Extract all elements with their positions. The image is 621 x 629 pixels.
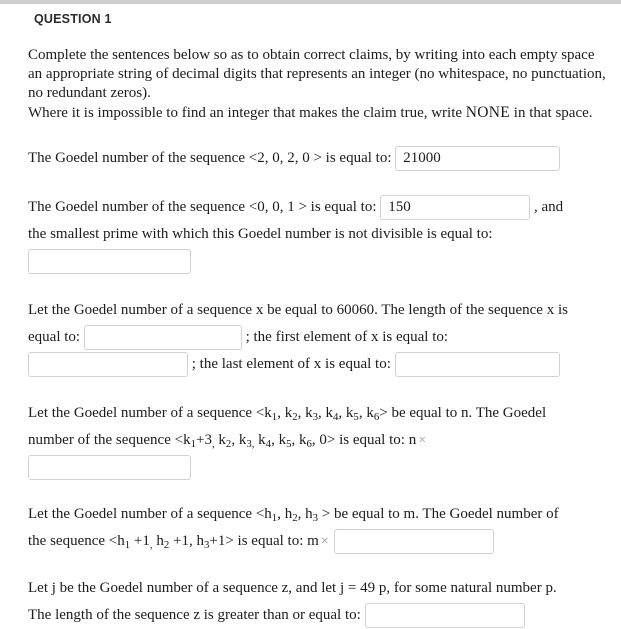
- instructions-block: Complete the sentences below so as to ob…: [28, 46, 606, 123]
- sub2-k5: 5: [286, 438, 292, 451]
- question-item-f: Let j be the Goedel number of a sequence…: [28, 575, 606, 629]
- sub-h3: 3: [312, 512, 318, 525]
- question-page: QUESTION 1 Complete the sentences below …: [0, 4, 621, 629]
- question-item-d: Let the Goedel number of a sequence <k1,…: [28, 400, 606, 481]
- sub2-k6: 6: [306, 438, 312, 451]
- question-item-c-label-length: equal to:: [28, 329, 81, 345]
- question-item-d-seq2: number of the sequence <k1+3, k2, k3, k4…: [28, 432, 336, 451]
- sub-h1: 1: [271, 512, 278, 525]
- question-item-d-text-d: is equal to:: [339, 432, 405, 448]
- sub-comma-2: ,: [251, 438, 255, 451]
- question-item-d-text-a: Let the Goedel number of a sequence <k: [28, 405, 272, 421]
- answer-input-last-element[interactable]: [394, 352, 560, 378]
- question-item-d-text-b: be equal to n. The Goedel: [391, 405, 547, 421]
- question-item-e-seq2: the sequence <h1 +1, h2 +1, h3+1>: [28, 533, 234, 552]
- sub-comma-1: ,: [211, 438, 215, 451]
- sub2-k2: 2: [225, 438, 232, 451]
- question-body: Complete the sentences below so as to ob…: [28, 46, 606, 629]
- answer-input-goedel-h-shift[interactable]: [334, 529, 495, 555]
- question-item-c-label-last: ; the last element of x is equal to:: [191, 356, 391, 372]
- page-title: QUESTION 1: [34, 12, 112, 26]
- sub2-k4: 4: [265, 438, 272, 451]
- question-item-d-text-c: number of the sequence <k: [28, 432, 191, 448]
- answer-input-first-element[interactable]: [28, 352, 188, 378]
- question-item-f-text-line2: The length of the sequence z is greater …: [28, 607, 361, 624]
- question-item-d-seq-intro: Let the Goedel number of a sequence <k1,…: [28, 405, 388, 424]
- answer-input-sequence-length[interactable]: [83, 325, 242, 351]
- answer-input-smallest-prime[interactable]: [28, 249, 191, 275]
- instructions-line-1: Complete the sentences below so as to ob…: [28, 47, 606, 101]
- answer-input-sequence-z-length[interactable]: [364, 603, 525, 629]
- sub2-h3: 3: [203, 539, 210, 552]
- answer-input-goedel-k-shift[interactable]: [28, 455, 191, 481]
- sub2-k1: 1: [190, 438, 196, 451]
- question-item-f-text-line1: Let j be the Goedel number of a sequence…: [28, 580, 557, 597]
- question-item-e-text-c: the sequence <h: [28, 533, 125, 550]
- question-item-e-text-a: Let the Goedel number of a sequence <h: [28, 506, 272, 523]
- question-item-a: The Goedel number of the sequence <2, 0,…: [28, 145, 606, 172]
- instructions-line-2-suffix: in that space.: [513, 105, 593, 121]
- question-item-b: The Goedel number of the sequence <0, 0,…: [28, 194, 606, 275]
- question-item-e-text-d: is equal to:: [237, 533, 304, 550]
- sub-k6: 6: [373, 411, 380, 424]
- instructions-line-2: Where it is impossible to find an intege…: [28, 103, 606, 123]
- question-item-c-text-line1: Let the Goedel number of a sequence x be…: [28, 302, 568, 318]
- question-item-e-multiplier: m: [307, 533, 319, 550]
- multiply-icon-e: ×: [320, 534, 329, 550]
- question-item-e-text-b: be equal to m. The Goedel number of: [333, 506, 559, 523]
- none-keyword: NONE: [465, 104, 511, 121]
- sub2-h1: 1: [124, 539, 131, 552]
- question-item-c: Let the Goedel number of a sequence x be…: [28, 297, 606, 378]
- instructions-line-2-prefix: Where it is impossible to find an intege…: [28, 105, 463, 121]
- multiply-icon-d: ×: [418, 433, 427, 449]
- sub-k5: 5: [353, 411, 359, 424]
- sub-k4: 4: [333, 411, 339, 424]
- question-item-e: Let the Goedel number of a sequence <h1,…: [28, 501, 606, 555]
- sub-k3: 3: [312, 411, 318, 424]
- sub-k2: 2: [292, 411, 298, 424]
- question-item-b-text: The Goedel number of the sequence <0, 0,…: [28, 199, 377, 215]
- question-item-e-seq-intro: Let the Goedel number of a sequence <h1,…: [28, 506, 331, 525]
- answer-input-goedel-2020[interactable]: [395, 146, 561, 172]
- sub-k1: 1: [271, 411, 278, 424]
- question-item-b-text-after: , and: [534, 199, 564, 215]
- sub2-h2: 2: [163, 539, 170, 552]
- sub-comma-3: ,: [149, 539, 153, 552]
- question-item-a-text: The Goedel number of the sequence <2, 0,…: [28, 150, 392, 166]
- question-item-c-label-first: ; the first element of x is equal to:: [245, 329, 449, 345]
- question-item-b-text-line2: the smallest prime with which this Goede…: [28, 226, 493, 242]
- answer-input-goedel-001[interactable]: [380, 195, 531, 221]
- sub-h2: 2: [292, 512, 298, 525]
